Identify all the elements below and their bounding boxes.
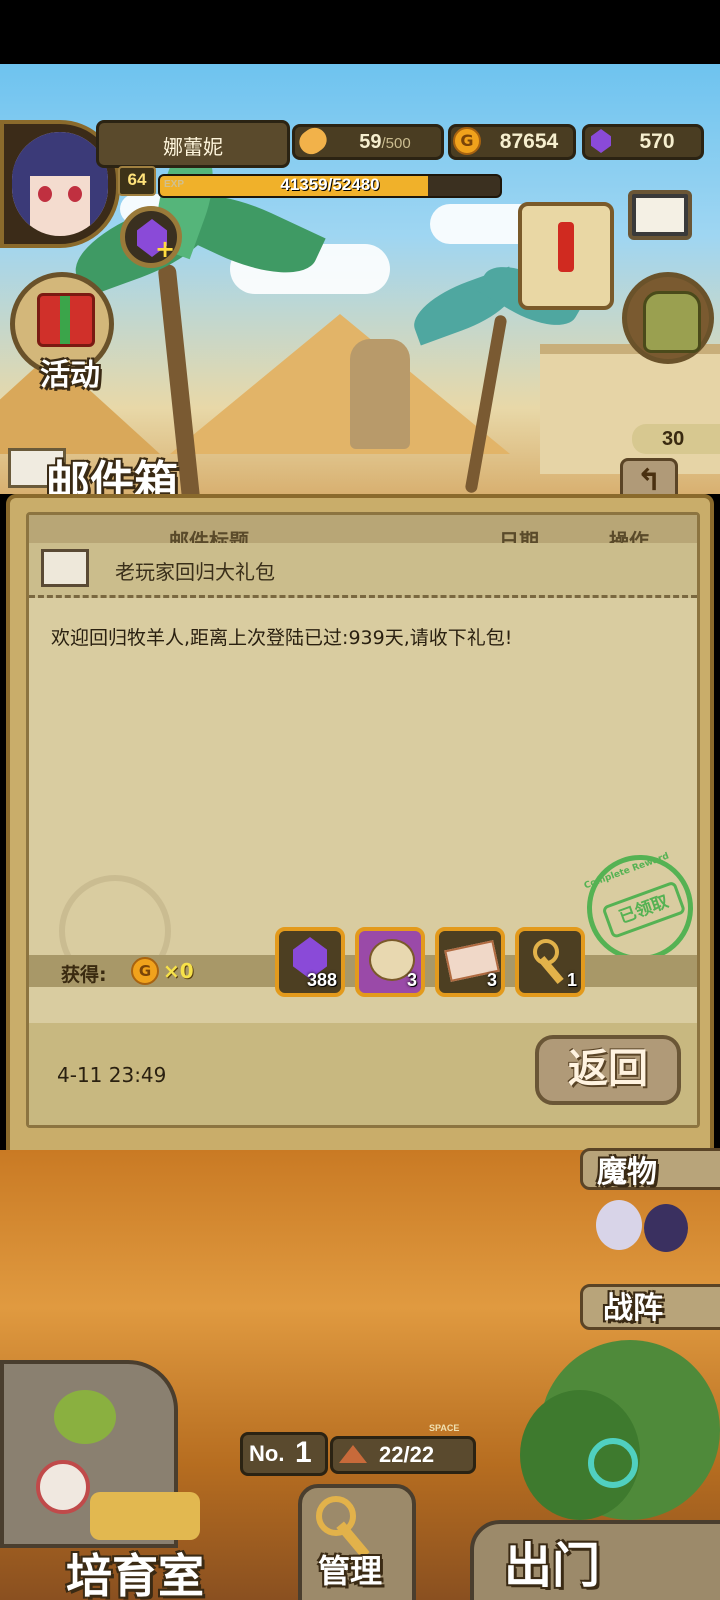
mail-subject: 老玩家回归大礼包 xyxy=(115,560,275,584)
bag-button[interactable] xyxy=(622,272,714,364)
stamp-text: 已领取 xyxy=(601,880,687,940)
egg-icon xyxy=(54,1390,116,1444)
avatar-eye xyxy=(68,186,82,202)
gem-value: 570 xyxy=(639,130,675,153)
nursery-label: 培育室 xyxy=(66,1549,204,1600)
monsters-button[interactable]: 魔物 xyxy=(580,1148,720,1190)
rank-prefix: No. xyxy=(249,1441,285,1466)
space-tag: SPACE xyxy=(429,1423,460,1433)
bread-icon xyxy=(294,123,332,159)
rank-number: 1 xyxy=(295,1436,312,1469)
gift-box-icon xyxy=(37,293,95,347)
gold-coin-icon: G xyxy=(131,957,159,985)
mail-footer: 4-11 23:49 返回 xyxy=(29,1023,697,1125)
sphinx-statue xyxy=(350,339,410,449)
reward-count: 388 xyxy=(306,970,337,990)
player-level: 64 xyxy=(127,170,147,189)
mail-body-text: 欢迎回归牧羊人,距离上次登陆已过:939天,请收下礼包! xyxy=(51,627,513,649)
obtain-label: 获得: xyxy=(61,964,107,986)
exp-bar: EXP 41359/52480 xyxy=(158,174,502,198)
avatar-hair xyxy=(90,162,108,236)
plus-icon: + xyxy=(155,235,176,263)
player-name-plate: 娜蕾妮 xyxy=(96,120,290,168)
stamina-max: /500 xyxy=(381,135,411,152)
gift-ribbon xyxy=(60,296,70,344)
exclamation-icon xyxy=(558,222,574,272)
reward-count: 3 xyxy=(406,970,417,990)
purple-gem-icon xyxy=(591,129,611,153)
reward-item-cotton-bag[interactable]: 3 xyxy=(355,927,425,997)
temple-building xyxy=(540,344,720,474)
manage-button[interactable]: 管理 xyxy=(290,1484,420,1600)
portal-swirl-icon xyxy=(588,1438,638,1488)
reward-item-gems[interactable]: 388 xyxy=(275,927,345,997)
monsters-label: 魔物 xyxy=(597,1155,657,1190)
player-name: 娜蕾妮 xyxy=(163,137,223,159)
mail-detail-card: 邮件标题 日期 操作 老玩家回归大礼包 欢迎回归牧羊人,距离上次登陆已过:939… xyxy=(26,512,708,1128)
back-arrow-icon: ↰ xyxy=(636,463,662,498)
buy-gems-button[interactable]: + xyxy=(120,206,182,268)
stamina-counter[interactable]: 59/500 xyxy=(292,123,444,160)
avatar-face xyxy=(12,132,108,236)
egg-icon xyxy=(36,1460,90,1514)
envelope-icon xyxy=(41,549,89,587)
monster-dark-icon xyxy=(644,1204,688,1252)
avatar-hair xyxy=(12,162,30,236)
monster-sheep-icon xyxy=(596,1200,642,1250)
status-bar xyxy=(0,0,720,64)
event-badge[interactable]: 30 xyxy=(632,424,720,454)
level-badge: 64 xyxy=(118,166,156,196)
return-button[interactable]: 返回 xyxy=(535,1035,681,1105)
exp-text: 41359/52480 xyxy=(280,175,380,194)
exit-button[interactable]: 出门 xyxy=(470,1330,720,1600)
space-counter: SPACE 22/22 xyxy=(330,1423,476,1474)
quest-scroll-button[interactable] xyxy=(512,196,614,314)
hay-bale xyxy=(90,1492,200,1540)
space-value: 22/22 xyxy=(379,1442,435,1467)
scroll-icon xyxy=(518,202,614,310)
backpack-icon xyxy=(643,291,701,353)
gold-value: 87654 xyxy=(499,130,559,153)
nursery-button[interactable]: 培育室 xyxy=(0,1360,220,1600)
tent-icon xyxy=(339,1445,367,1463)
envelope-icon xyxy=(636,198,684,232)
gem-counter[interactable]: 570 xyxy=(582,124,704,160)
reward-item-ticket[interactable]: 3 xyxy=(435,927,505,997)
mail-date: 4-11 23:49 xyxy=(57,1063,167,1087)
mail-subject-row: 老玩家回归大礼包 xyxy=(29,543,697,598)
avatar-eye xyxy=(38,186,52,202)
game-screen: 娜蕾妮 64 EXP 41359/52480 59/500 G 87654 57… xyxy=(0,0,720,1600)
gold-reward-amount: ×0 xyxy=(163,959,194,983)
gold-counter[interactable]: G 87654 xyxy=(448,124,576,160)
reward-count: 3 xyxy=(486,970,497,990)
exit-label: 出门 xyxy=(504,1538,601,1594)
formation-label: 战阵 xyxy=(603,1291,663,1326)
pyramid xyxy=(170,314,510,454)
manage-label: 管理 xyxy=(318,1552,383,1590)
formation-label-plate: 战阵 xyxy=(580,1284,720,1330)
reward-item-key[interactable]: 1 xyxy=(515,927,585,997)
reward-count: 1 xyxy=(566,970,577,990)
activity-label: 活动 xyxy=(40,358,100,393)
event-badge-value: 30 xyxy=(662,428,685,450)
mailbox-panel: 邮件标题 日期 操作 老玩家回归大礼包 欢迎回归牧羊人,距离上次登陆已过:939… xyxy=(6,494,714,1162)
formation-button[interactable]: 战阵 xyxy=(580,1196,720,1336)
gold-coin-icon: G xyxy=(453,127,481,155)
rank-plate: No. 1 xyxy=(240,1432,328,1476)
mail-button[interactable] xyxy=(628,190,692,240)
stamina-current: 59 xyxy=(359,131,382,153)
stamina-value: 59/500 xyxy=(335,131,435,154)
